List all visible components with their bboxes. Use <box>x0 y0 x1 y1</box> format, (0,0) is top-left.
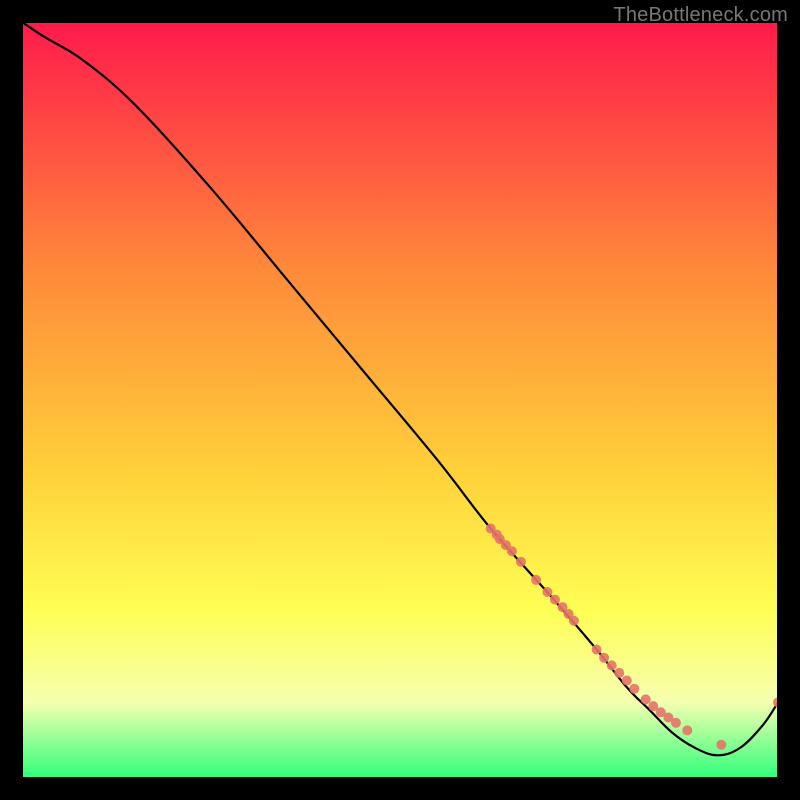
data-point <box>682 725 692 735</box>
data-point <box>542 587 552 597</box>
data-point <box>716 740 726 750</box>
data-point <box>614 668 624 678</box>
data-point <box>599 653 609 663</box>
plot-area <box>22 22 778 778</box>
chart-stage: TheBottleneck.com <box>0 0 800 800</box>
data-point <box>507 546 517 556</box>
data-point <box>592 644 602 654</box>
data-point <box>671 718 681 728</box>
gradient-bg <box>22 22 778 778</box>
data-point <box>531 575 541 585</box>
data-point <box>569 616 579 626</box>
data-point <box>516 557 526 567</box>
plot-svg <box>22 22 778 778</box>
data-point <box>550 595 560 605</box>
data-point <box>622 675 632 685</box>
data-point <box>641 694 651 704</box>
data-point <box>629 684 639 694</box>
data-point <box>607 660 617 670</box>
